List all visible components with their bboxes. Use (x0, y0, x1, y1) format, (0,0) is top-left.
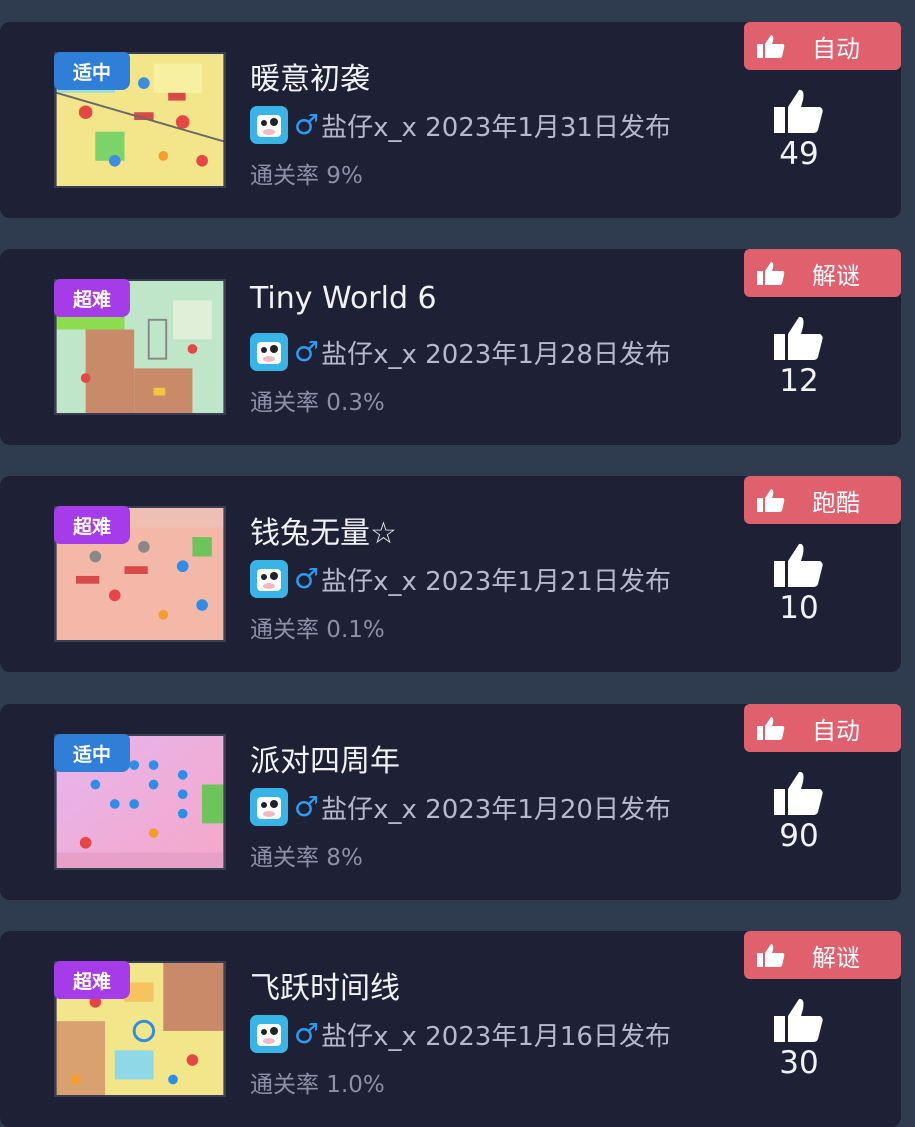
thumbs-up-icon (757, 717, 785, 740)
author-and-date: 盐仔x_x 2023年1月20日发布 (321, 794, 671, 825)
category-tag: 跑酷 (744, 476, 901, 524)
clear-rate: 通关率 1.0% (250, 1072, 385, 1098)
thumbs-up-icon[interactable] (772, 88, 824, 134)
clear-rate: 通关率 8% (250, 845, 363, 871)
like-count: 10 (779, 590, 819, 626)
cow-avatar-icon[interactable] (250, 1015, 288, 1053)
thumbs-up-icon (757, 262, 785, 285)
difficulty-badge: 适中 (54, 52, 130, 90)
difficulty-badge: 超难 (54, 279, 130, 317)
level-title[interactable]: 飞跃时间线 (250, 963, 400, 1007)
author-row[interactable]: ♂ 盐仔x_x 2023年1月16日发布 (250, 1015, 671, 1053)
category-tag: 自动 (744, 22, 901, 70)
cow-avatar-icon[interactable] (250, 106, 288, 144)
thumbs-up-icon[interactable] (772, 770, 824, 816)
level-card[interactable]: 超难 飞跃时间线 ♂ 盐仔x_x 2023年1月16日发布 通关率 1.0% 解… (0, 931, 901, 1127)
author-and-date: 盐仔x_x 2023年1月16日发布 (321, 1021, 671, 1052)
category-tag: 解谜 (744, 931, 901, 979)
category-tag: 解谜 (744, 249, 901, 297)
like-count: 49 (779, 136, 819, 172)
thumbs-up-icon (757, 35, 785, 58)
level-card[interactable]: 适中 派对四周年 ♂ 盐仔x_x 2023年1月20日发布 通关率 8% 自动 … (0, 704, 901, 900)
clear-rate: 通关率 0.3% (250, 390, 385, 416)
like-count: 90 (779, 818, 819, 854)
level-card[interactable]: 超难 Tiny World 6 ♂ 盐仔x_x 2023年1月28日发布 通关率… (0, 249, 901, 445)
difficulty-badge: 超难 (54, 961, 130, 999)
difficulty-badge: 超难 (54, 506, 130, 544)
author-row[interactable]: ♂ 盐仔x_x 2023年1月31日发布 (250, 106, 671, 144)
category-tag-label: 自动 (812, 716, 860, 745)
thumbs-up-icon[interactable] (772, 315, 824, 361)
thumbs-up-icon[interactable] (772, 997, 824, 1043)
thumbs-up-icon (757, 489, 785, 512)
male-gender-icon: ♂ (294, 108, 320, 141)
thumbs-up-icon (757, 944, 785, 967)
cow-avatar-icon[interactable] (250, 788, 288, 826)
author-row[interactable]: ♂ 盐仔x_x 2023年1月20日发布 (250, 788, 671, 826)
cow-avatar-icon[interactable] (250, 333, 288, 371)
category-tag-label: 跑酷 (812, 488, 860, 517)
category-tag-label: 自动 (812, 34, 860, 63)
category-tag-label: 解谜 (812, 261, 860, 290)
level-title[interactable]: 钱兔无量☆ (250, 508, 397, 552)
like-count: 12 (779, 363, 819, 399)
thumbs-up-icon[interactable] (772, 542, 824, 588)
male-gender-icon: ♂ (294, 790, 320, 823)
level-card[interactable]: 适中 暖意初袭 ♂ 盐仔x_x 2023年1月31日发布 通关率 9% 自动 4… (0, 22, 901, 218)
level-title[interactable]: 派对四周年 (250, 736, 400, 780)
category-tag-label: 解谜 (812, 943, 860, 972)
level-card[interactable]: 超难 钱兔无量☆ ♂ 盐仔x_x 2023年1月21日发布 通关率 0.1% 跑… (0, 476, 901, 672)
cow-avatar-icon[interactable] (250, 560, 288, 598)
like-count: 30 (779, 1045, 819, 1081)
clear-rate: 通关率 0.1% (250, 617, 385, 643)
author-and-date: 盐仔x_x 2023年1月31日发布 (321, 112, 671, 143)
author-row[interactable]: ♂ 盐仔x_x 2023年1月21日发布 (250, 560, 671, 598)
level-title[interactable]: 暖意初袭 (250, 54, 370, 98)
level-title[interactable]: Tiny World 6 (250, 281, 437, 316)
author-row[interactable]: ♂ 盐仔x_x 2023年1月28日发布 (250, 333, 671, 371)
male-gender-icon: ♂ (294, 1017, 320, 1050)
clear-rate: 通关率 9% (250, 163, 363, 189)
category-tag: 自动 (744, 704, 901, 752)
male-gender-icon: ♂ (294, 335, 320, 368)
level-list: { "levels": [ {"difficulty":"适中","title"… (0, 0, 915, 1127)
male-gender-icon: ♂ (294, 562, 320, 595)
difficulty-badge: 适中 (54, 734, 130, 772)
author-and-date: 盐仔x_x 2023年1月21日发布 (321, 566, 671, 597)
author-and-date: 盐仔x_x 2023年1月28日发布 (321, 339, 671, 370)
